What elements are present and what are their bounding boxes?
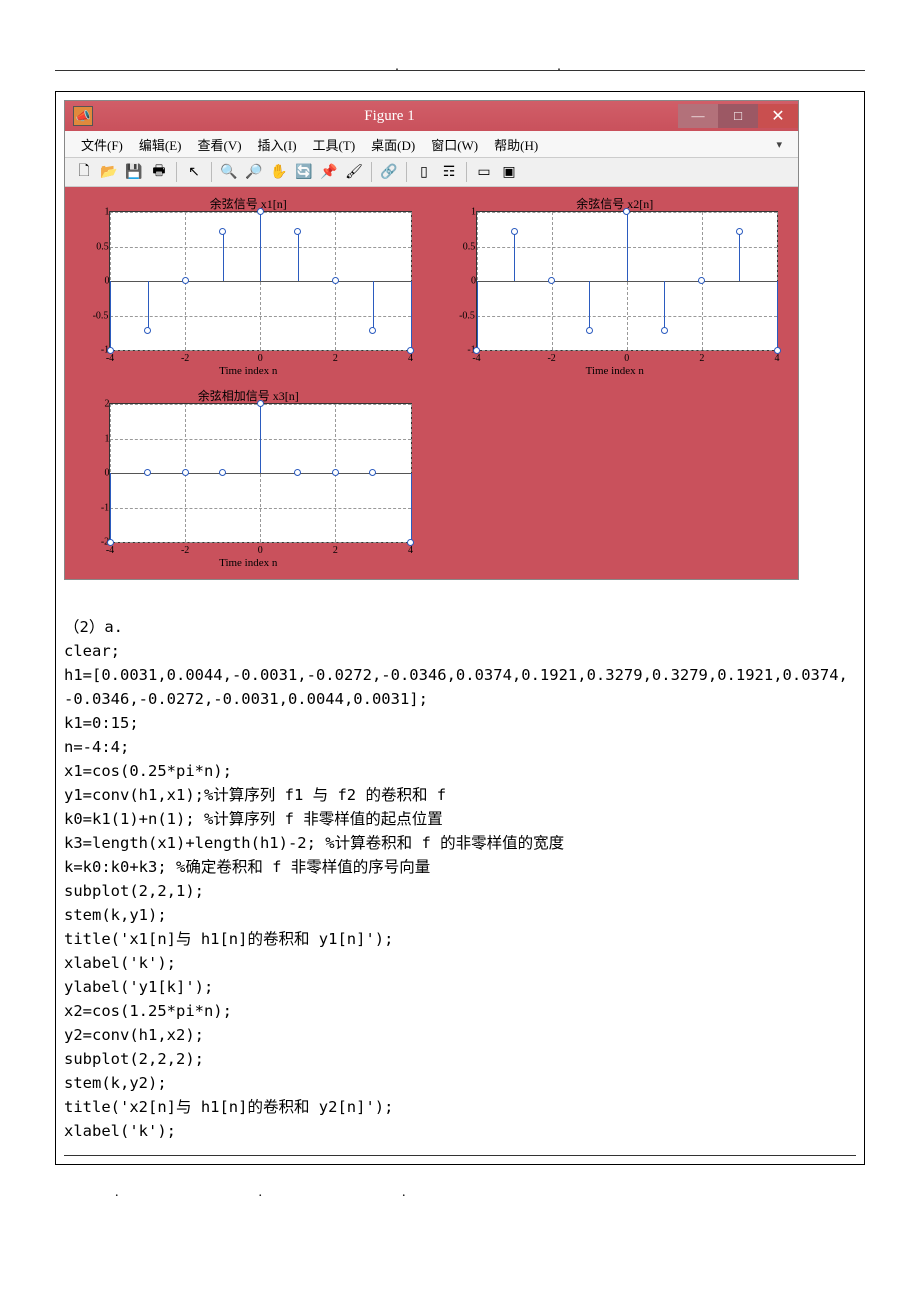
code-line: k3=length(x1)+length(h1)-2; %计算卷积和 f 的非零… [64,834,564,852]
window-titlebar: 📣 Figure 1 — □ ✕ [65,101,798,131]
menu-help[interactable]: 帮助(H) [488,133,544,156]
window-title: Figure 1 [101,108,678,125]
new-icon[interactable]: 🗋 [73,161,95,183]
code-line: stem(k,y1); [64,906,167,924]
toolbar-separator [176,162,177,182]
subplot2-icon[interactable]: ▣ [498,161,520,183]
matlab-figure-window: 📣 Figure 1 — □ ✕ 文件(F) 编辑(E) 查看(V) 插入(I)… [64,100,799,580]
footer-dots: ... [115,1185,865,1201]
menu-insert[interactable]: 插入(I) [252,133,303,156]
plot-area: 余弦信号 x1[n] -1-0.500.51-4-2024 Time index… [65,187,798,579]
page-header-rule [55,70,865,71]
toolbar-separator [406,162,407,182]
axes-2: -1-0.500.51-4-2024 [476,211,779,351]
code-line: xlabel('k'); [64,1122,176,1140]
code-block: （2）a. clear; h1=[0.0031,0.0044,-0.0031,-… [64,615,856,1143]
zoom-in-icon[interactable]: 🔍 [218,161,240,183]
code-line: k1=0:15; [64,714,139,732]
subplot-2: 余弦信号 x2[n] -1-0.500.51-4-2024 Time index… [446,197,785,377]
toolbar-separator [466,162,467,182]
code-line: y1=conv(h1,x1);%计算序列 f1 与 f2 的卷积和 f [64,786,446,804]
link-icon[interactable]: 🔗 [378,161,400,183]
subplot-1: 余弦信号 x1[n] -1-0.500.51-4-2024 Time index… [79,197,418,377]
matlab-icon: 📣 [73,106,93,126]
menu-bar: 文件(F) 编辑(E) 查看(V) 插入(I) 工具(T) 桌面(D) 窗口(W… [65,131,798,157]
print-icon[interactable]: 🖶 [148,161,170,183]
toolbar-separator [211,162,212,182]
subplot-empty [446,389,785,569]
code-line: x2=cos(1.25*pi*n); [64,1002,232,1020]
code-line: title('x2[n]与 h1[n]的卷积和 y2[n]'); [64,1098,393,1116]
plot-xlabel: Time index n [79,557,418,569]
plot-xlabel: Time index n [446,365,785,377]
code-line: stem(k,y2); [64,1074,167,1092]
code-line: k=k0:k0+k3; %确定卷积和 f 非零样值的序号向量 [64,858,430,876]
page-footer-rule [64,1155,856,1156]
dropdown-icon[interactable]: ▾ [770,136,788,153]
close-button[interactable]: ✕ [758,104,798,128]
open-icon[interactable]: 📂 [98,161,120,183]
menu-window[interactable]: 窗口(W) [425,133,484,156]
legend-icon[interactable]: ☶ [438,161,460,183]
axes-1: -1-0.500.51-4-2024 [109,211,412,351]
pointer-icon[interactable]: ↖ [183,161,205,183]
plot-title: 余弦信号 x1[n] [79,195,418,212]
menu-view[interactable]: 查看(V) [192,133,248,156]
subplot-3: 余弦相加信号 x3[n] -2-1012-4-2024 Time index n [79,389,418,569]
menu-file[interactable]: 文件(F) [75,133,129,156]
plot-title: 余弦相加信号 x3[n] [79,387,418,404]
code-line: xlabel('k'); [64,954,176,972]
toolbar: 🗋 📂 💾 🖶 ↖ 🔍 🔎 ✋ 🔄 📌 🖌 🔗 ▯ ☶ ▭ ▣ [65,157,798,187]
save-icon[interactable]: 💾 [123,161,145,183]
plot-xlabel: Time index n [79,365,418,377]
code-line: n=-4:4; [64,738,129,756]
rotate-icon[interactable]: 🔄 [293,161,315,183]
code-line: subplot(2,2,1); [64,882,204,900]
code-line: y2=conv(h1,x2); [64,1026,204,1044]
minimize-button[interactable]: — [678,104,718,128]
menu-desktop[interactable]: 桌面(D) [365,133,421,156]
colorbar-icon[interactable]: ▯ [413,161,435,183]
zoom-out-icon[interactable]: 🔎 [243,161,265,183]
axes-3: -2-1012-4-2024 [109,403,412,543]
menu-tools[interactable]: 工具(T) [307,133,362,156]
code-line: k0=k1(1)+n(1); %计算序列 f 非零样值的起点位置 [64,810,443,828]
maximize-button[interactable]: □ [718,104,758,128]
code-line: title('x1[n]与 h1[n]的卷积和 y1[n]'); [64,930,393,948]
code-line: subplot(2,2,2); [64,1050,204,1068]
pan-icon[interactable]: ✋ [268,161,290,183]
content-frame: 📣 Figure 1 — □ ✕ 文件(F) 编辑(E) 查看(V) 插入(I)… [55,91,865,1165]
brush-icon[interactable]: 🖌 [343,161,365,183]
datatip-icon[interactable]: 📌 [318,161,340,183]
code-line: clear; [64,642,120,660]
code-line: x1=cos(0.25*pi*n); [64,762,232,780]
toolbar-separator [371,162,372,182]
window-buttons: — □ ✕ [678,104,798,128]
menu-edit[interactable]: 编辑(E) [133,133,188,156]
subplot1-icon[interactable]: ▭ [473,161,495,183]
code-line: （2）a. [64,618,123,636]
code-line: h1=[0.0031,0.0044,-0.0031,-0.0272,-0.034… [64,666,848,708]
plot-title: 余弦信号 x2[n] [446,195,785,212]
code-line: ylabel('y1[k]'); [64,978,213,996]
